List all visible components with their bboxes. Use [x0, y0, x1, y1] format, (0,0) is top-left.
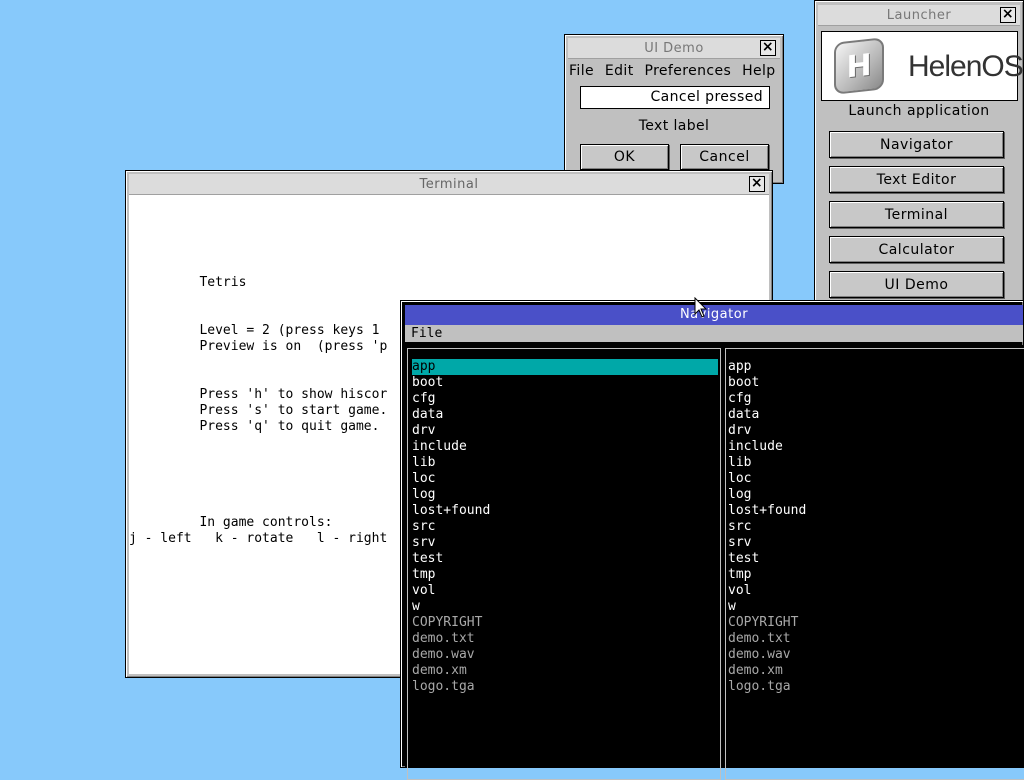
directory-entry[interactable]: boot: [728, 375, 1024, 391]
launch-application-label: Launch application: [848, 103, 990, 119]
directory-entry[interactable]: boot: [412, 375, 718, 391]
directory-entry[interactable]: lib: [412, 455, 718, 471]
menu-help[interactable]: Help: [742, 63, 776, 79]
directory-entry[interactable]: srv: [728, 535, 1024, 551]
directory-entry[interactable]: loc: [728, 471, 1024, 487]
directory-entry[interactable]: app: [728, 359, 1024, 375]
ui-demo-close-icon[interactable]: ×: [760, 40, 776, 56]
mouse-pointer-icon: [694, 297, 708, 318]
directory-entry[interactable]: log: [728, 487, 1024, 503]
terminal-line: Press 's' to start game.: [129, 403, 388, 418]
logo-text: HelenOS: [908, 50, 1024, 83]
text-label: Text label: [638, 118, 710, 134]
file-entry[interactable]: demo.wav: [412, 647, 718, 663]
directory-entry[interactable]: w: [728, 599, 1024, 615]
launch-text-editor-button[interactable]: Text Editor: [829, 166, 1004, 193]
terminal-title: Terminal: [419, 176, 479, 192]
navigator-right-panel[interactable]: app boot cfg data drv include lib loc log lost+fo…: [725, 345, 1024, 780]
terminal-line: In game controls:: [129, 515, 333, 530]
navigator-title: Navigator: [679, 307, 749, 322]
directory-entry[interactable]: include: [412, 439, 718, 455]
directory-entry[interactable]: data: [412, 407, 718, 423]
helenos-logo-icon: H: [834, 37, 884, 95]
ui-demo-menubar: File Edit Preferences Help: [569, 63, 782, 79]
directory-entry[interactable]: src: [728, 519, 1024, 535]
file-entry[interactable]: logo.tga: [412, 679, 718, 695]
navigator-window: Navigator File app boot cfg data drv include l…: [400, 300, 1024, 780]
terminal-line: Tetris: [129, 275, 247, 290]
directory-entry[interactable]: cfg: [728, 391, 1024, 407]
file-entry[interactable]: demo.txt: [728, 631, 1024, 647]
directory-entry[interactable]: tmp: [412, 567, 718, 583]
navigator-menu-file[interactable]: File: [411, 326, 442, 341]
directory-entry[interactable]: test: [728, 551, 1024, 567]
launcher-window: Launcher × H HelenOS Launch application …: [814, 0, 1024, 302]
menu-preferences[interactable]: Preferences: [644, 63, 731, 79]
launcher-title: Launcher: [886, 7, 952, 23]
file-entry[interactable]: demo.xm: [412, 663, 718, 679]
launch-terminal-button[interactable]: Terminal: [829, 201, 1004, 228]
navigator-left-panel[interactable]: app boot cfg data drv include lib loc log lost+fo…: [405, 345, 725, 780]
directory-entry[interactable]: cfg: [412, 391, 718, 407]
launch-ui-demo-button[interactable]: UI Demo: [829, 271, 1004, 298]
ui-demo-titlebar[interactable]: UI Demo ×: [568, 38, 780, 59]
directory-entry[interactable]: lib: [728, 455, 1024, 471]
directory-entry[interactable]: test: [412, 551, 718, 567]
terminal-line: Preview is on (press 'p: [129, 339, 388, 354]
launcher-close-icon[interactable]: ×: [1000, 7, 1016, 23]
directory-entry[interactable]: drv: [412, 423, 718, 439]
menu-edit[interactable]: Edit: [605, 63, 634, 79]
terminal-close-icon[interactable]: ×: [749, 176, 765, 192]
terminal-line: Press 'h' to show hiscor: [129, 387, 388, 402]
cancel-button[interactable]: Cancel: [680, 144, 769, 170]
directory-entry[interactable]: data: [728, 407, 1024, 423]
directory-entry[interactable]: include: [728, 439, 1024, 455]
launch-navigator-button[interactable]: Navigator: [829, 131, 1004, 158]
directory-entry[interactable]: vol: [728, 583, 1024, 599]
directory-entry[interactable]: vol: [412, 583, 718, 599]
text-entry-field[interactable]: Cancel pressed: [580, 86, 770, 109]
directory-entry[interactable]: log: [412, 487, 718, 503]
terminal-line: j - left k - rotate l - right: [129, 531, 388, 546]
directory-entry[interactable]: app: [412, 359, 718, 375]
directory-entry[interactable]: drv: [728, 423, 1024, 439]
directory-entry[interactable]: tmp: [728, 567, 1024, 583]
file-entry[interactable]: logo.tga: [728, 679, 1024, 695]
terminal-line: Press 'q' to quit game.: [129, 419, 380, 434]
terminal-titlebar[interactable]: Terminal ×: [129, 174, 769, 195]
ui-demo-window: UI Demo × File Edit Preferences Help Can…: [564, 34, 784, 184]
menu-file[interactable]: File: [569, 63, 594, 79]
file-entry[interactable]: COPYRIGHT: [728, 615, 1024, 631]
directory-entry[interactable]: srv: [412, 535, 718, 551]
launch-calculator-button[interactable]: Calculator: [829, 236, 1004, 263]
ok-button[interactable]: OK: [580, 144, 669, 170]
file-entry[interactable]: demo.xm: [728, 663, 1024, 679]
terminal-line: Level = 2 (press keys 1: [129, 323, 380, 338]
directory-entry[interactable]: src: [412, 519, 718, 535]
directory-entry[interactable]: lost+found: [728, 503, 1024, 519]
navigator-menubar: File: [405, 325, 1023, 342]
launcher-titlebar[interactable]: Launcher ×: [818, 5, 1020, 26]
helenos-logo: H HelenOS: [821, 31, 1024, 101]
ui-demo-title: UI Demo: [644, 40, 704, 56]
directory-entry[interactable]: loc: [412, 471, 718, 487]
navigator-titlebar[interactable]: Navigator: [405, 305, 1023, 325]
directory-entry[interactable]: w: [412, 599, 718, 615]
file-entry[interactable]: demo.wav: [728, 647, 1024, 663]
file-entry[interactable]: demo.txt: [412, 631, 718, 647]
file-entry[interactable]: COPYRIGHT: [412, 615, 718, 631]
directory-entry[interactable]: lost+found: [412, 503, 718, 519]
